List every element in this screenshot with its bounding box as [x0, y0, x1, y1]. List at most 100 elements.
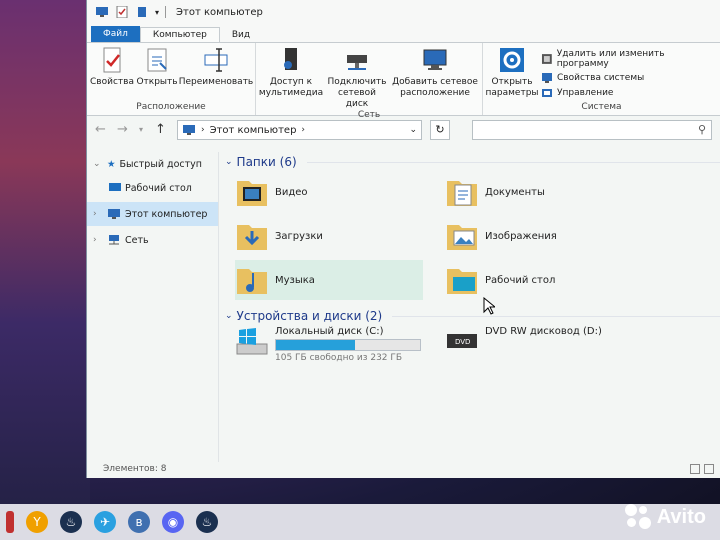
up-arrow-icon[interactable]: ↑ — [155, 123, 169, 137]
folder-item-desktop[interactable]: Рабочий стол — [445, 260, 645, 300]
folder-label: Загрузки — [275, 230, 323, 242]
nav-this-pc[interactable]: › Этот компьютер — [87, 202, 218, 226]
new-folder-icon[interactable] — [135, 6, 149, 18]
map-network-drive-label: Подключить сетевой диск — [327, 77, 387, 109]
add-network-location-label: Добавить сетевое расположение — [392, 77, 478, 98]
navigation-pane: ⌄ ★ Быстрый доступ Рабочий стол › Этот к… — [87, 152, 219, 462]
tiles-view-icon[interactable] — [704, 464, 714, 474]
details-view-icon[interactable] — [690, 464, 700, 474]
programs-icon — [541, 54, 552, 64]
telegram-icon[interactable]: ✈ — [94, 511, 116, 533]
folder-label: Рабочий стол — [485, 274, 556, 286]
ribbon-group-network: Доступ к мультимедиа Подключить сетевой … — [256, 43, 483, 120]
video-folder-icon — [237, 181, 267, 206]
address-dropdown-icon[interactable]: ⌄ — [409, 125, 421, 135]
explorer-window: ▾ Этот компьютер Файл Компьютер Вид Свой… — [86, 0, 720, 478]
open-button[interactable]: Открыть — [136, 45, 178, 102]
expand-chevron-icon[interactable]: › — [93, 235, 103, 245]
svg-text:DVD: DVD — [455, 338, 470, 346]
folder-label: Документы — [485, 186, 545, 198]
window-title: Этот компьютер — [176, 6, 263, 18]
drive-free-space: 105 ГБ свободно из 232 ГБ — [275, 353, 403, 363]
open-settings-label: Открыть параметры — [485, 77, 539, 98]
expand-chevron-icon[interactable]: › — [93, 209, 103, 219]
nav-desktop[interactable]: Рабочий стол — [87, 176, 218, 200]
folders-grid: Видео Документы Загрузки Изображения Муз… — [225, 172, 720, 300]
avito-text: Avito — [656, 505, 706, 528]
yandex-browser-icon[interactable]: Y — [26, 511, 48, 533]
media-access-label: Доступ к мультимедиа — [258, 77, 324, 98]
expand-chevron-icon[interactable]: ⌄ — [93, 159, 103, 169]
media-access-button[interactable]: Доступ к мультимедиа — [258, 45, 324, 110]
properties-label: Свойства — [90, 77, 134, 87]
drive-item-d[interactable]: DVD DVD RW дисковод (D:) — [445, 326, 645, 363]
music-folder-icon — [237, 269, 267, 294]
drive-label: Локальный диск (C:) — [275, 326, 384, 337]
refresh-button[interactable]: ↻ — [430, 120, 450, 140]
drives-grid: Локальный диск (C:) 105 ГБ свободно из 2… — [225, 326, 720, 363]
address-chevron-icon[interactable]: › — [201, 125, 205, 135]
folder-item-downloads[interactable]: Загрузки — [235, 216, 435, 256]
folder-item-video[interactable]: Видео — [235, 172, 435, 212]
folder-item-music[interactable]: Музыка — [235, 260, 423, 300]
computer-icon — [183, 125, 195, 135]
vk-icon[interactable]: в — [128, 511, 150, 533]
computer-icon[interactable] — [95, 6, 109, 18]
tab-file[interactable]: Файл — [91, 26, 140, 42]
rename-button[interactable]: Переименовать — [179, 45, 253, 102]
network-drive-icon — [347, 55, 367, 70]
address-bar: ← → ▾ ↑ › Этот компьютер › ⌄ ↻ ⚲ — [87, 116, 720, 144]
pictures-folder-icon — [447, 225, 477, 250]
management-item[interactable]: Управление — [541, 87, 716, 99]
address-path: Этот компьютер — [209, 124, 297, 136]
steam-icon[interactable]: ♨ — [60, 511, 82, 533]
nav-quick-access[interactable]: ⌄ ★ Быстрый доступ — [87, 152, 218, 176]
collapse-chevron-icon[interactable]: ⌄ — [225, 157, 233, 167]
add-network-location-button[interactable]: Добавить сетевое расположение — [392, 45, 478, 110]
documents-folder-icon — [447, 181, 477, 206]
uninstall-program-item[interactable]: Удалить или изменить программу — [541, 49, 716, 69]
steam-icon[interactable]: ♨ — [196, 511, 218, 533]
group-label-network: Сеть — [357, 110, 381, 120]
properties-button[interactable]: Свойства — [90, 45, 134, 102]
nav-network[interactable]: › Сеть — [87, 228, 218, 252]
system-properties-item[interactable]: Свойства системы — [541, 72, 716, 84]
desktop-icon — [109, 183, 121, 191]
star-icon: ★ — [107, 158, 116, 170]
open-settings-button[interactable]: Открыть параметры — [485, 45, 539, 102]
tab-view[interactable]: Вид — [220, 28, 262, 42]
properties-icon[interactable] — [115, 6, 129, 18]
address-chevron-icon[interactable]: › — [301, 125, 305, 135]
taskbar: Y ♨ ✈ в ◉ ♨ — [0, 504, 720, 540]
desktop-folder-icon — [447, 269, 477, 294]
mouse-cursor-icon — [483, 297, 495, 315]
collapse-chevron-icon[interactable]: ⌄ — [225, 311, 233, 321]
folder-item-documents[interactable]: Документы — [445, 172, 645, 212]
ribbon-group-location: Свойства Открыть Переименовать Расположе… — [87, 43, 256, 115]
computer-icon — [108, 209, 120, 219]
rename-icon — [204, 48, 228, 72]
back-arrow-icon[interactable]: ← — [95, 123, 109, 137]
folder-item-pictures[interactable]: Изображения — [445, 216, 645, 256]
open-icon — [147, 48, 167, 72]
network-location-icon — [423, 49, 447, 70]
system-icon — [542, 73, 552, 83]
titlebar-divider — [165, 6, 167, 18]
quick-access-dropdown-icon[interactable]: ▾ — [155, 8, 159, 17]
forward-arrow-icon[interactable]: → — [117, 123, 131, 137]
ribbon-group-system: Открыть параметры Удалить или изменить п… — [483, 43, 720, 115]
app-icon[interactable] — [6, 511, 14, 533]
drive-item-c[interactable]: Локальный диск (C:) 105 ГБ свободно из 2… — [235, 326, 435, 363]
ribbon: Свойства Открыть Переименовать Расположе… — [87, 42, 720, 120]
address-field[interactable]: › Этот компьютер › ⌄ — [177, 120, 422, 140]
drives-section-header[interactable]: ⌄ Устройства и диски (2) — [225, 306, 720, 326]
map-network-drive-button[interactable]: Подключить сетевой диск — [326, 45, 388, 110]
status-item-count: Элементов: 8 — [103, 464, 167, 474]
discord-icon[interactable]: ◉ — [162, 511, 184, 533]
dvd-drive-icon: DVD — [447, 334, 477, 348]
tab-computer[interactable]: Компьютер — [139, 27, 220, 42]
recent-dropdown-icon[interactable]: ▾ — [139, 123, 147, 137]
group-label-system: Система — [581, 102, 622, 112]
search-input[interactable]: ⚲ — [472, 120, 712, 140]
folders-section-header[interactable]: ⌄ Папки (6) — [225, 152, 720, 172]
